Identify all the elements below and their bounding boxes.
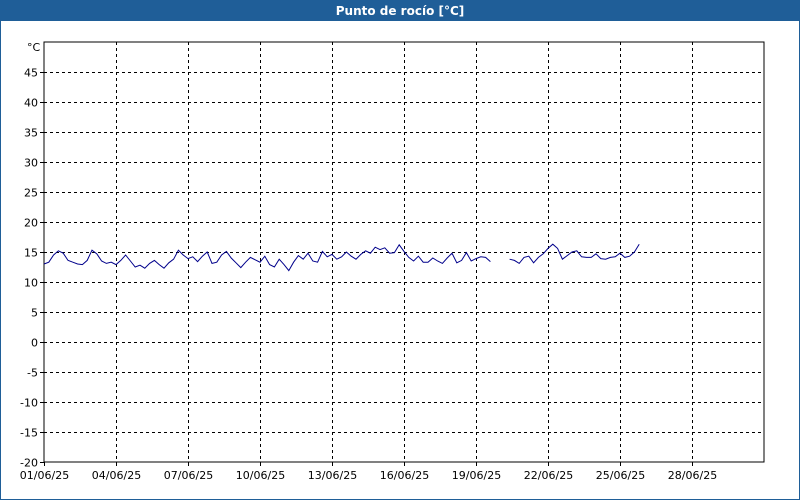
x-tick-label: 22/06/25 (524, 469, 573, 482)
x-tick-label: 19/06/25 (452, 469, 501, 482)
y-tick-label: 40 (24, 97, 38, 110)
y-axis-label: °C (27, 41, 41, 54)
y-tick-label: -5 (27, 367, 38, 380)
y-tick-label: 10 (24, 277, 38, 290)
y-tick-label: 15 (24, 247, 38, 260)
x-tick-label: 04/06/25 (92, 469, 141, 482)
series-line (43, 243, 491, 272)
y-tick-label: -20 (20, 457, 38, 470)
y-tick-label: 25 (24, 187, 38, 200)
chart-window: Punto de rocío [°C] 45 40 35 30 25 20 15 10 5 0 -5… (0, 0, 800, 500)
chart: 45 40 35 30 25 20 15 10 5 0 -5 -10 -15 -20 01/06/25 04… (20, 41, 765, 482)
series (43, 243, 640, 272)
x-tick-label: 25/06/25 (596, 469, 645, 482)
y-tick-label: 20 (24, 217, 38, 230)
y-tick-label: 30 (24, 157, 38, 170)
y-tick-label: 35 (24, 127, 38, 140)
y-tick-label: 45 (24, 67, 38, 80)
x-axis: 01/06/25 04/06/25 07/06/25 10/06/25 13/06/25… (20, 462, 717, 482)
x-tick-label: 16/06/25 (380, 469, 429, 482)
y-tick-label: -10 (20, 397, 38, 410)
x-tick-label: 13/06/25 (308, 469, 357, 482)
y-axis: 45 40 35 30 25 20 15 10 5 0 -5 -10 -15 -20 (20, 67, 44, 470)
x-tick-label: 01/06/25 (20, 469, 69, 482)
y-tick-label: 5 (31, 307, 38, 320)
series-line (509, 243, 640, 265)
y-tick-label: -15 (20, 427, 38, 440)
x-tick-label: 28/06/25 (668, 469, 717, 482)
x-tick-label: 07/06/25 (164, 469, 213, 482)
y-tick-label: 0 (31, 337, 38, 350)
x-tick-label: 10/06/25 (236, 469, 285, 482)
